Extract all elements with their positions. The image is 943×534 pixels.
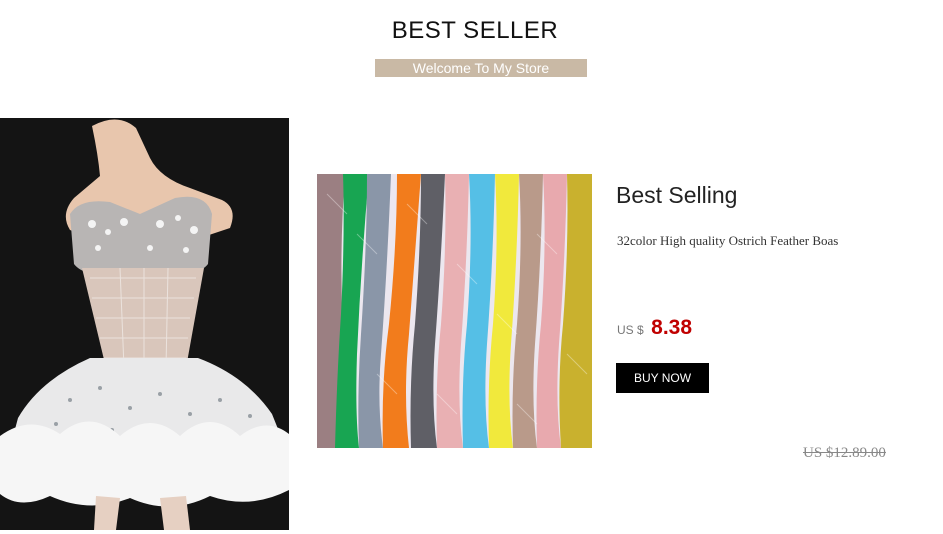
product-heading: Best Selling — [616, 182, 738, 208]
sale-price: 8.38 — [651, 316, 693, 339]
original-price: US $12.89.00 — [803, 445, 886, 461]
buy-now-button[interactable]: BUY NOW — [616, 363, 709, 393]
welcome-banner: Welcome To My Store — [375, 59, 587, 77]
product-description[interactable]: 32color High quality Ostrich Feather Boa… — [617, 233, 838, 249]
feather-boas-photo[interactable] — [317, 174, 592, 448]
price-currency: US $ — [617, 323, 644, 337]
price-row: US $ 8.38 — [617, 316, 692, 340]
dress-photo[interactable] — [0, 118, 289, 530]
page-title: BEST SELLER — [391, 17, 559, 44]
